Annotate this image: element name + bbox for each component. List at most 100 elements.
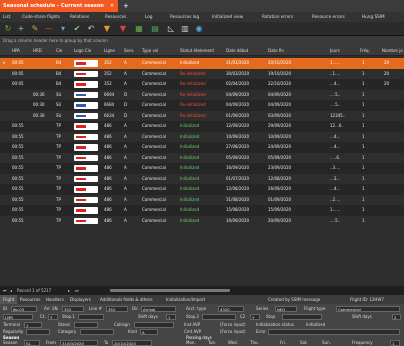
tab-handlers[interactable]: Handlers [46, 295, 64, 304]
down-icon[interactable]: ▾ [58, 24, 68, 34]
column-header[interactable]: Sens [124, 46, 134, 56]
table-cell-debut: 16/09/2020 [226, 165, 250, 170]
table-cell-ligne: 486 [104, 123, 112, 128]
column-header[interactable]: Ligne [104, 46, 115, 56]
column-header[interactable]: Fréq. [360, 46, 370, 56]
table-cell-freq: 1 [362, 207, 365, 212]
stop-field[interactable] [282, 313, 322, 320]
filter-clear-icon[interactable]: ▼ [118, 24, 128, 34]
menu-tab-resources-log[interactable]: Resources log [170, 12, 199, 22]
stand-field[interactable] [74, 321, 98, 328]
direction-select[interactable]: Arrival [141, 305, 176, 312]
menu-tab-resources[interactable]: Resources [105, 12, 126, 22]
tab-displayers[interactable]: Displayers [70, 295, 91, 304]
next-record-icon[interactable]: ▸ [68, 286, 70, 295]
arr-sn-field[interactable]: 352 [62, 305, 84, 312]
from-date-field[interactable]: 31/03/2020 [60, 340, 98, 346]
table-row[interactable]: 00:55 TP 486 A Commercial Initialized 12/09/20… [0, 121, 404, 132]
add-tab-icon[interactable]: + [123, 0, 129, 12]
table-row[interactable]: 00:30 SU 6634 D Commercial Re-initialized 01/0… [0, 111, 404, 122]
edit-icon[interactable]: ✎ [30, 24, 40, 34]
acct-type-field[interactable]: 4320 [218, 305, 244, 312]
table-row[interactable]: 00:55 TP 486 A Commercial Initialized 12/08/20… [0, 184, 404, 195]
export-icon[interactable]: ▦ [134, 24, 144, 34]
table-cell-ligne: 6684 [104, 102, 115, 107]
last-record-icon[interactable]: ⏭ [75, 286, 79, 295]
table-row[interactable]: ▸ 00:05 B4 352 A Commercial Initialized 31/03/2… [0, 58, 404, 69]
table-row[interactable]: 00:55 TP 486 A Commercial Initialized 05/09/20… [0, 153, 404, 164]
column-header[interactable]: Statut ételement [180, 46, 214, 56]
table-row[interactable]: 00:55 TP 486 A Commercial Initialized 10/09/20… [0, 132, 404, 143]
print-icon[interactable]: ▥ [180, 24, 190, 34]
column-header[interactable]: Jours [330, 46, 340, 56]
table-row[interactable]: 00:05 B4 352 A Commercial Re-initialized 30/03… [0, 69, 404, 80]
tab-flight[interactable]: Flight [0, 295, 18, 304]
table-row[interactable]: 00:55 TP 486 A Commercial Initialized 15/08/20… [0, 205, 404, 216]
add-icon[interactable]: + [16, 24, 26, 34]
menu-tab-resource-errors[interactable]: Resource errors [312, 12, 345, 22]
table-row[interactable]: 00:55 TP 486 A Commercial Initialized 01/07/20… [0, 174, 404, 185]
season-select[interactable]: S1 [24, 340, 40, 346]
stop1-field[interactable]: LMR [3, 313, 33, 320]
column-header[interactable]: Cie [56, 46, 62, 56]
terminal-field[interactable]: 1 [24, 321, 42, 328]
table-cell-cie: TP [56, 144, 61, 149]
id-field[interactable]: 6b-03 [11, 305, 37, 312]
excel-icon[interactable]: ▤ [150, 24, 160, 34]
check-icon[interactable]: ✔ [72, 24, 82, 34]
prev-record-icon[interactable]: ◂ [10, 286, 12, 295]
column-header[interactable]: HRD [33, 46, 42, 56]
table-row[interactable]: 00:55 TP 486 A Commercial Initialized 31/08/20… [0, 195, 404, 206]
tab-resources[interactable]: Resources [20, 295, 40, 304]
stop2-field[interactable] [202, 313, 236, 320]
globe-icon[interactable]: ◉ [194, 24, 204, 34]
table-row[interactable]: 00:05 B4 352 A Commercial Re-initialized 02/04… [0, 79, 404, 90]
shift-days2-field[interactable]: 2 [392, 313, 401, 320]
column-header[interactable]: Logo Cie [74, 46, 91, 56]
flight-type-select[interactable]: Commercial [336, 305, 400, 312]
c2-field[interactable]: Y [250, 313, 260, 320]
airline-logo [74, 60, 98, 67]
menu-tab-code-share[interactable]: Code-share flights [22, 12, 60, 22]
shift-days-field[interactable]: 1 [166, 313, 176, 320]
table-row[interactable]: 00:30 SU 6694 D Commercial Re-initialized 04/0… [0, 90, 404, 101]
tab-additional-fields[interactable]: Additionals fields & others [100, 295, 153, 304]
delete-icon[interactable]: — [44, 24, 54, 34]
menu-tab-log[interactable]: Log [145, 12, 152, 22]
column-header[interactable]: Date début [226, 46, 248, 56]
tab-seasonal-schedule[interactable]: Seasonal schedule - Current season ✕ [0, 0, 118, 12]
menu-tab-relations[interactable]: Relations [70, 12, 89, 22]
column-header[interactable]: HPA [12, 46, 20, 56]
table-row[interactable]: 00:30 SU 6684 D Commercial Re-initialized 04/0… [0, 100, 404, 111]
filter-icon[interactable]: ▼ [102, 24, 112, 34]
horizontal-scrollbar[interactable] [110, 289, 230, 292]
tab-initialization-import[interactable]: Initialization/Import [166, 295, 205, 304]
to-date-field[interactable]: 20/10/2020 [112, 340, 152, 346]
table-row[interactable]: 00:55 TP 486 A Commercial Initialized 27/08/20… [0, 142, 404, 153]
chart-icon[interactable]: ◺ [166, 24, 176, 34]
close-tab-icon[interactable]: ✕ [110, 3, 114, 9]
table-cell-fin: 19/10/2020 [268, 70, 292, 76]
column-header[interactable]: Type vol [142, 46, 158, 56]
menu-tab-initialized-view[interactable]: Initialized view [212, 12, 243, 22]
stop1b-field[interactable] [78, 313, 104, 320]
menu-tab-list[interactable]: List [3, 12, 10, 22]
c1-field[interactable]: Y [48, 313, 58, 320]
frequency-field[interactable]: 1 [390, 340, 400, 346]
field-label: Shift days [352, 314, 372, 319]
menu-tab-hung-ssim[interactable]: Hung SSIM [362, 12, 385, 22]
menu-tab-rotation-errors[interactable]: Rotation errors [262, 12, 293, 22]
column-header[interactable]: Date fin [268, 46, 284, 56]
table-row[interactable]: 00:55 TP 486 A Commercial Initialized 16/09/20… [0, 163, 404, 174]
table-cell-cie: TP [56, 123, 61, 128]
first-record-icon[interactable]: ⏮ [3, 286, 7, 295]
line-field[interactable]: 352 [106, 305, 128, 312]
table-row[interactable]: 00:55 TP 486 A Commercial Initialized 10/09/20… [0, 216, 404, 227]
series-field[interactable]: NEO [275, 305, 297, 312]
refresh-icon[interactable]: ↻ [3, 24, 13, 34]
table-cell-cie: TP [56, 186, 61, 191]
callsign-field[interactable] [134, 321, 174, 328]
field-label: From [46, 340, 56, 345]
column-header[interactable]: Nombre jo [382, 46, 403, 56]
undo-icon[interactable]: ↶ [86, 24, 96, 34]
